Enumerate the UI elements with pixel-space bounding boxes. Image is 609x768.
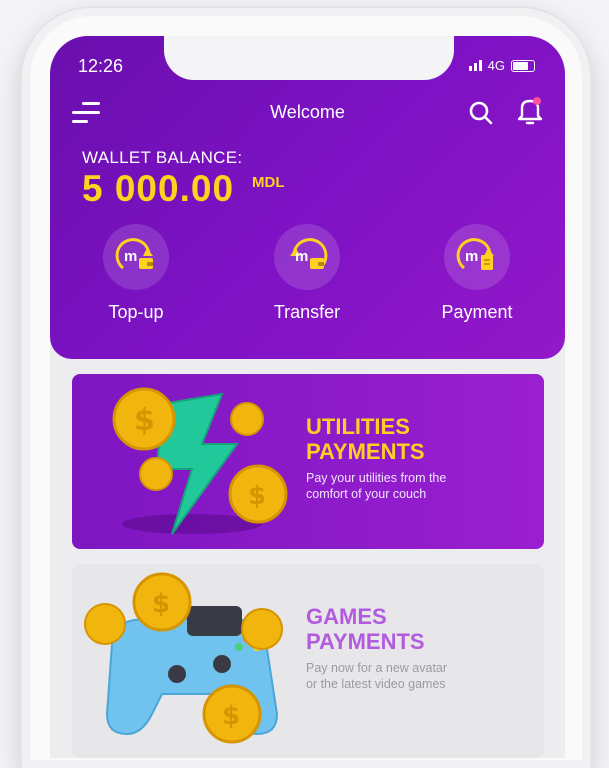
transfer-button[interactable]: m Transfer bbox=[237, 224, 377, 323]
topup-button[interactable]: m Top-up bbox=[66, 224, 206, 323]
utilities-desc-line2: comfort of your couch bbox=[306, 487, 427, 501]
utilities-description: Pay your utilities from the comfort of y… bbox=[306, 470, 486, 502]
transfer-label: Transfer bbox=[273, 302, 341, 322]
notification-dot bbox=[533, 97, 541, 105]
svg-text:$: $ bbox=[152, 589, 170, 619]
notification-bell-icon[interactable] bbox=[516, 96, 544, 126]
games-desc-line2: or the latest video games bbox=[306, 677, 446, 691]
search-icon[interactable] bbox=[468, 100, 494, 126]
topup-label: Top-up bbox=[108, 302, 164, 322]
svg-text:$: $ bbox=[248, 481, 266, 511]
signal-icon bbox=[468, 60, 482, 71]
svg-text:$: $ bbox=[222, 701, 240, 731]
svg-text:m: m bbox=[124, 248, 137, 265]
coins-gamepad-illustration: $ $ bbox=[84, 572, 283, 744]
games-payments-card[interactable]: $ $ GAMES PAYMENTS Pay now for a new ava… bbox=[72, 564, 544, 758]
network-type: 4G bbox=[487, 58, 505, 73]
coins-lightning-illustration: $ $ bbox=[112, 387, 288, 535]
games-title-line2: PAYMENTS bbox=[306, 629, 425, 654]
status-time: 12:26 bbox=[78, 56, 124, 76]
phone-notch bbox=[164, 36, 454, 80]
utilities-title-line1: UTILITIES bbox=[306, 414, 410, 439]
utilities-desc-line1: Pay your utilities from the bbox=[306, 471, 447, 485]
status-indicators: 4G bbox=[468, 58, 535, 73]
games-title-line1: GAMES bbox=[306, 604, 387, 629]
games-description: Pay now for a new avatar or the latest v… bbox=[306, 660, 486, 692]
header-panel: 12:26 4G Welcome WALLET BALANCE: 5 000.0… bbox=[50, 36, 565, 359]
utilities-title-line2: PAYMENTS bbox=[306, 439, 425, 464]
games-title: GAMES PAYMENTS bbox=[306, 604, 425, 654]
wallet-balance-currency: MDL bbox=[252, 174, 285, 191]
svg-text:m: m bbox=[465, 248, 478, 265]
payment-icon: m bbox=[444, 224, 510, 290]
payment-label: Payment bbox=[441, 302, 513, 322]
utilities-payments-card[interactable]: $ $ UTILITIES PAYMENTS Pay your utilitie… bbox=[72, 374, 544, 549]
topup-icon: m bbox=[103, 224, 169, 290]
payment-button[interactable]: m Payment bbox=[407, 224, 547, 323]
wallet-balance-amount: 5 000.00 bbox=[82, 168, 235, 209]
games-desc-line1: Pay now for a new avatar bbox=[306, 661, 448, 675]
transfer-icon: m bbox=[274, 224, 340, 290]
battery-icon bbox=[511, 59, 535, 72]
svg-text:$: $ bbox=[134, 403, 155, 438]
wallet-balance-label: WALLET BALANCE: bbox=[82, 148, 243, 167]
svg-text:m: m bbox=[295, 248, 308, 265]
app-screen: 12:26 4G Welcome WALLET BALANCE: 5 000.0… bbox=[50, 36, 565, 758]
utilities-title: UTILITIES PAYMENTS bbox=[306, 414, 425, 464]
